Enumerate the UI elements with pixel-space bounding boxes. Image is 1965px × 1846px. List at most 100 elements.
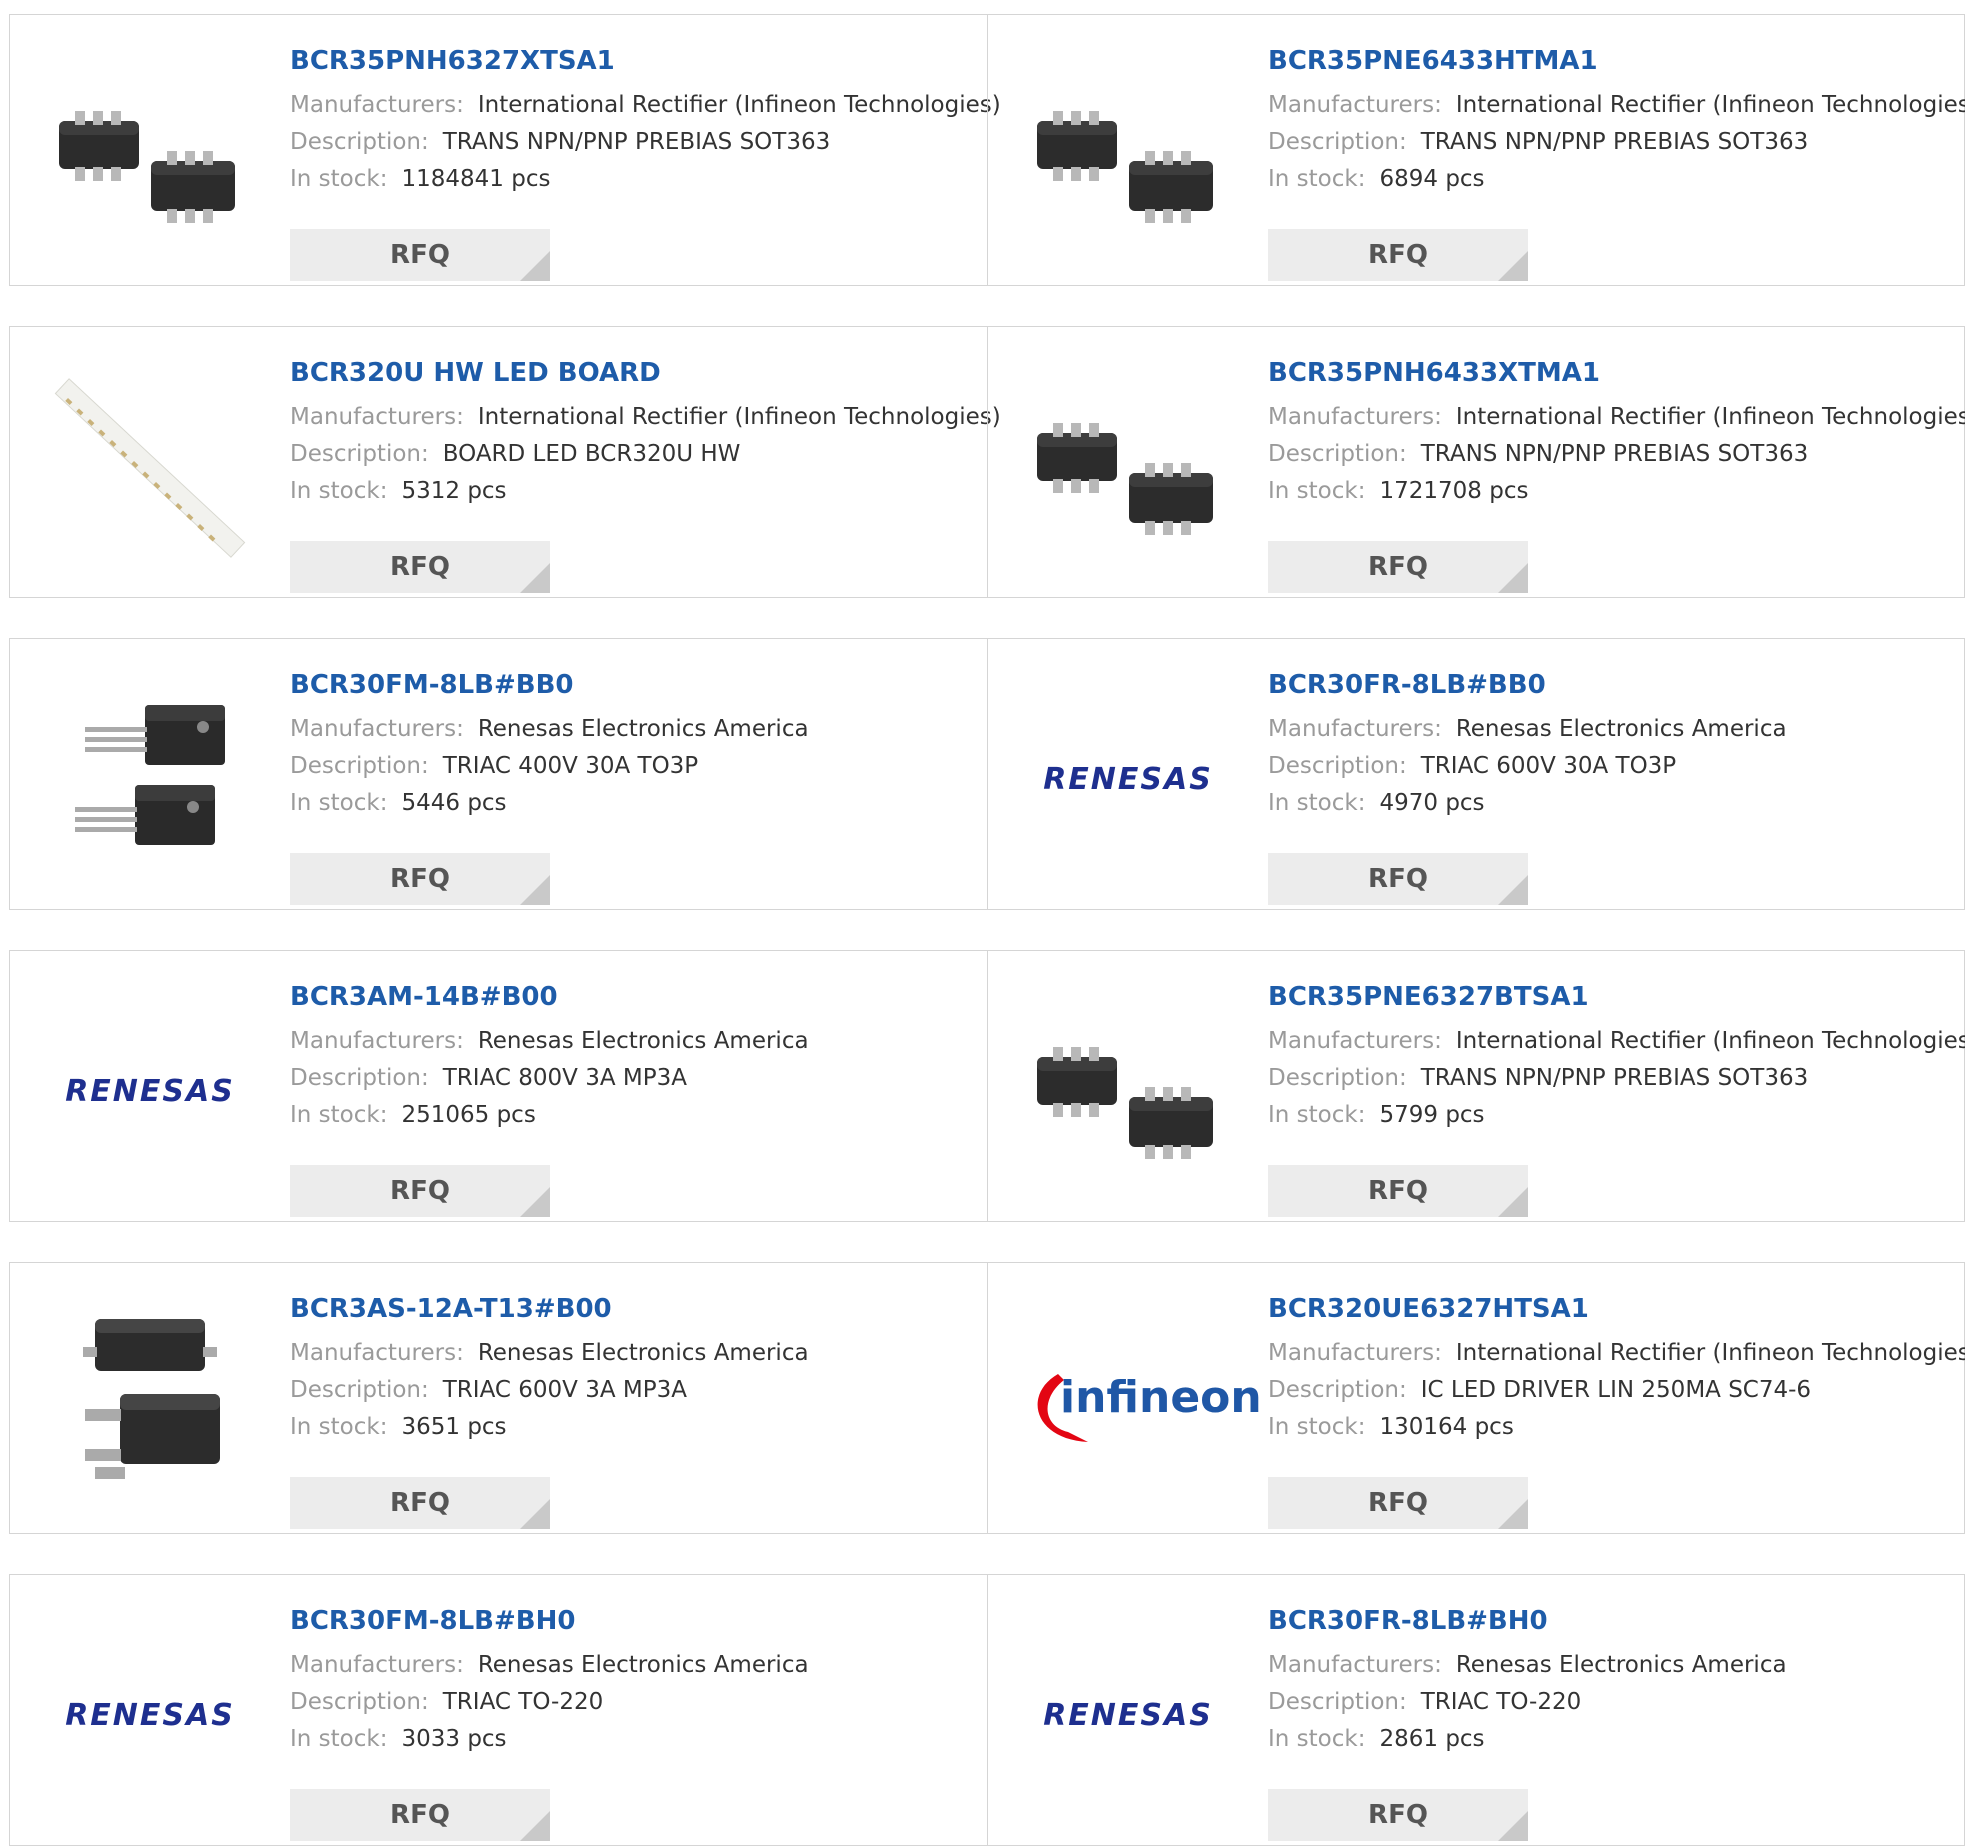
description-line: Description: IC LED DRIVER LIN 250MA SC74…: [1268, 1372, 1955, 1409]
part-number-link[interactable]: BCR3AS-12A-T13#B00: [290, 1291, 977, 1335]
rfq-button[interactable]: RFQ: [290, 541, 550, 593]
part-number-link[interactable]: BCR30FR-8LB#BB0: [1268, 667, 1955, 711]
rfq-corner-decoration: [1498, 1811, 1528, 1841]
sot363-chip-image[interactable]: [1028, 989, 1228, 1194]
description-line: Description: TRANS NPN/PNP PREBIAS SOT363: [290, 124, 977, 161]
rfq-button[interactable]: RFQ: [1268, 541, 1528, 593]
description-line: Description: TRIAC 800V 3A MP3A: [290, 1060, 977, 1097]
part-number-link[interactable]: BCR320U HW LED BOARD: [290, 355, 977, 399]
renesas-logo[interactable]: RENESAS: [1028, 1613, 1228, 1818]
rfq-button[interactable]: RFQ: [1268, 1789, 1528, 1841]
description-value: TRIAC 800V 3A MP3A: [442, 1065, 687, 1091]
description-label: Description:: [1268, 1377, 1407, 1403]
rfq-label: RFQ: [1368, 240, 1428, 270]
manufacturer-label: Manufacturers:: [1268, 716, 1442, 742]
product-info: BCR35PNE6327BTSA1 Manufacturers: Internat…: [1268, 979, 1965, 1217]
rfq-button[interactable]: RFQ: [290, 1789, 550, 1841]
description-label: Description:: [290, 1377, 429, 1403]
product-info: BCR30FR-8LB#BH0 Manufacturers: Renesas El…: [1268, 1603, 1955, 1841]
dpak-package-image[interactable]: [50, 1301, 250, 1506]
rfq-button[interactable]: RFQ: [1268, 1165, 1528, 1217]
sot363-chip-image[interactable]: [50, 53, 250, 258]
product-row: BCR30FM-8LB#BB0 Manufacturers: Renesas El…: [9, 638, 1965, 910]
rfq-button[interactable]: RFQ: [290, 853, 550, 905]
part-number-link[interactable]: BCR320UE6327HTSA1: [1268, 1291, 1955, 1335]
product-card: BCR35PNE6327BTSA1 Manufacturers: Internat…: [988, 951, 1965, 1221]
stock-line: In stock: 130164 pcs: [1268, 1409, 1955, 1446]
manufacturer-line: Manufacturers: Renesas Electronics Americ…: [290, 1647, 977, 1684]
stock-line: In stock: 1184841 pcs: [290, 161, 977, 198]
rfq-button[interactable]: RFQ: [290, 1165, 550, 1217]
manufacturer-value: International Rectifier (Infineon Techno…: [1455, 404, 1965, 430]
description-label: Description:: [290, 1689, 429, 1715]
part-number-link[interactable]: BCR3AM-14B#B00: [290, 979, 977, 1023]
description-label: Description:: [290, 441, 429, 467]
description-label: Description:: [1268, 1689, 1407, 1715]
stock-line: In stock: 4970 pcs: [1268, 785, 1955, 822]
stock-line: In stock: 3033 pcs: [290, 1721, 977, 1758]
rfq-label: RFQ: [1368, 552, 1428, 582]
description-value: IC LED DRIVER LIN 250MA SC74-6: [1420, 1377, 1812, 1403]
rfq-corner-decoration: [1498, 251, 1528, 281]
stock-value: 2861 pcs: [1379, 1726, 1485, 1752]
manufacturer-label: Manufacturers:: [290, 716, 464, 742]
product-card: BCR320U HW LED BOARD Manufacturers: Inter…: [10, 327, 1001, 597]
sot363-chip-image[interactable]: [1028, 53, 1228, 258]
renesas-logo[interactable]: RENESAS: [50, 1613, 250, 1818]
rfq-button[interactable]: RFQ: [1268, 853, 1528, 905]
product-row: RENESAS BCR3AM-14B#B00 Manufacturers: Ren…: [9, 950, 1965, 1222]
rfq-corner-decoration: [520, 251, 550, 281]
product-info: BCR35PNE6433HTMA1 Manufacturers: Internat…: [1268, 43, 1965, 281]
rfq-button[interactable]: RFQ: [290, 229, 550, 281]
manufacturer-line: Manufacturers: Renesas Electronics Americ…: [1268, 711, 1955, 748]
part-number-link[interactable]: BCR30FM-8LB#BB0: [290, 667, 977, 711]
to220-package-image[interactable]: [50, 677, 250, 882]
description-value: TRANS NPN/PNP PREBIAS SOT363: [1420, 1065, 1809, 1091]
part-number-link[interactable]: BCR30FM-8LB#BH0: [290, 1603, 977, 1647]
manufacturer-line: Manufacturers: International Rectifier (I…: [1268, 399, 1965, 436]
stock-label: In stock:: [290, 1102, 388, 1128]
stock-line: In stock: 1721708 pcs: [1268, 473, 1955, 510]
rfq-corner-decoration: [1498, 563, 1528, 593]
renesas-logo-text: RENESAS: [1043, 1698, 1213, 1733]
manufacturer-line: Manufacturers: International Rectifier (I…: [290, 87, 1001, 124]
infineon-logo[interactable]: infineon: [1028, 1301, 1262, 1506]
part-number-link[interactable]: BCR35PNH6433XTMA1: [1268, 355, 1955, 399]
description-value: TRIAC 600V 30A TO3P: [1420, 753, 1677, 779]
part-number-link[interactable]: BCR35PNE6327BTSA1: [1268, 979, 1955, 1023]
description-value: TRANS NPN/PNP PREBIAS SOT363: [442, 129, 831, 155]
description-value: TRIAC TO-220: [1420, 1689, 1582, 1715]
rfq-button[interactable]: RFQ: [1268, 1477, 1528, 1529]
stock-label: In stock:: [290, 1414, 388, 1440]
stock-value: 5799 pcs: [1379, 1102, 1485, 1128]
product-info: BCR320U HW LED BOARD Manufacturers: Inter…: [290, 355, 1001, 593]
part-number-link[interactable]: BCR35PNH6327XTSA1: [290, 43, 977, 87]
sot363-chip-image[interactable]: [1028, 365, 1228, 570]
stock-label: In stock:: [290, 790, 388, 816]
part-number-link[interactable]: BCR35PNE6433HTMA1: [1268, 43, 1955, 87]
manufacturer-line: Manufacturers: International Rectifier (I…: [290, 399, 1001, 436]
description-label: Description:: [1268, 1065, 1407, 1091]
rfq-label: RFQ: [390, 240, 450, 270]
renesas-logo[interactable]: RENESAS: [1028, 677, 1228, 882]
rfq-button[interactable]: RFQ: [290, 1477, 550, 1529]
stock-label: In stock:: [290, 166, 388, 192]
description-line: Description: TRANS NPN/PNP PREBIAS SOT363: [1268, 1060, 1955, 1097]
renesas-logo[interactable]: RENESAS: [50, 989, 250, 1194]
description-line: Description: TRIAC 400V 30A TO3P: [290, 748, 977, 785]
rfq-button[interactable]: RFQ: [1268, 229, 1528, 281]
product-card: BCR30FM-8LB#BB0 Manufacturers: Renesas El…: [10, 639, 987, 909]
stock-label: In stock:: [290, 478, 388, 504]
part-number-link[interactable]: BCR30FR-8LB#BH0: [1268, 1603, 1955, 1647]
rfq-label: RFQ: [1368, 1800, 1428, 1830]
stock-value: 6894 pcs: [1379, 166, 1485, 192]
led-board-image[interactable]: [50, 365, 250, 570]
stock-value: 5446 pcs: [401, 790, 507, 816]
product-info: BCR3AM-14B#B00 Manufacturers: Renesas Ele…: [290, 979, 977, 1217]
rfq-label: RFQ: [1368, 1176, 1428, 1206]
rfq-corner-decoration: [520, 563, 550, 593]
stock-label: In stock:: [1268, 478, 1366, 504]
stock-value: 4970 pcs: [1379, 790, 1485, 816]
product-row: BCR320U HW LED BOARD Manufacturers: Inter…: [9, 326, 1965, 598]
manufacturer-label: Manufacturers:: [1268, 1652, 1442, 1678]
